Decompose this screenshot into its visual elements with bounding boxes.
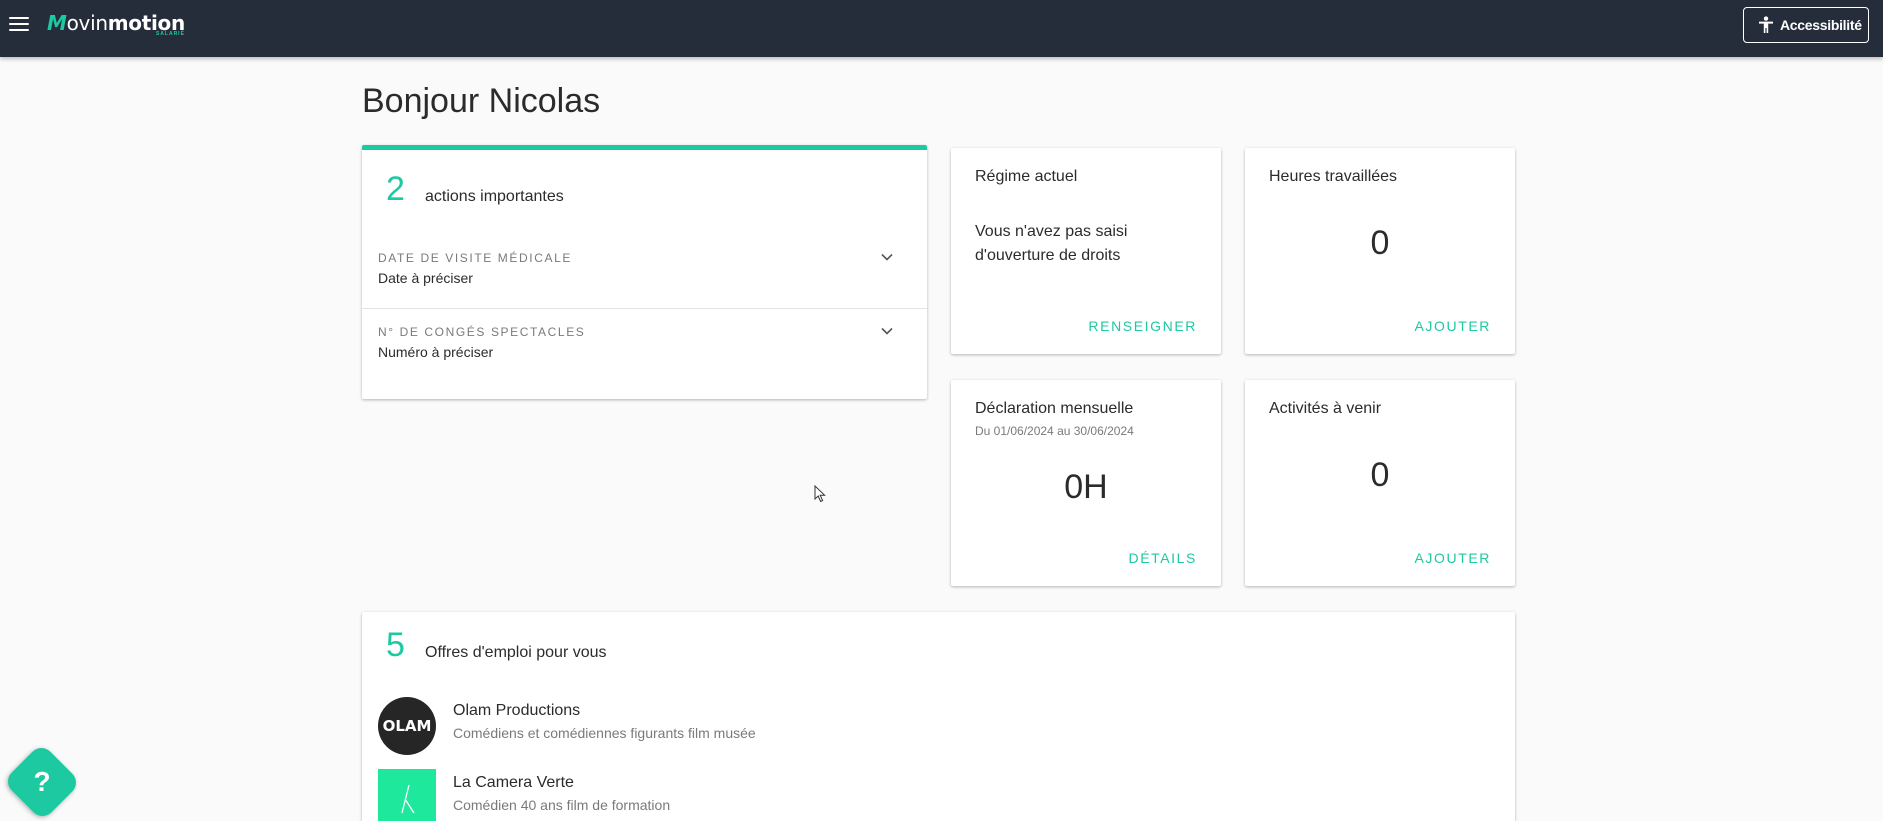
regime-title: Régime actuel	[975, 168, 1078, 185]
activities-card: Activités à venir 0 AJOUTER	[1245, 380, 1515, 586]
menu-icon[interactable]	[9, 15, 29, 33]
declaration-card: Déclaration mensuelle Du 01/06/2024 au 3…	[951, 380, 1221, 586]
chevron-down-icon[interactable]	[879, 249, 895, 265]
top-bar: Movinmotion SALARIÉ Accessibilité	[0, 0, 1883, 57]
declaration-title: Déclaration mensuelle	[975, 400, 1134, 417]
add-hours-button[interactable]: AJOUTER	[1414, 318, 1491, 334]
hours-title: Heures travaillées	[1269, 168, 1398, 185]
page-title: Bonjour Nicolas	[362, 82, 601, 120]
svg-text:OLAM: OLAM	[383, 717, 432, 735]
action-item-title: DATE DE VISITE MÉDICALE	[378, 251, 572, 265]
regime-card: Régime actuel Vous n'avez pas saisi d'ou…	[951, 148, 1221, 354]
accessibility-button[interactable]: Accessibilité	[1743, 7, 1869, 43]
action-item-medical-visit[interactable]: DATE DE VISITE MÉDICALE Date à préciser	[362, 235, 927, 308]
action-item-conges-spectacles[interactable]: N° DE CONGÉS SPECTACLES Numéro à précise…	[362, 309, 927, 382]
action-item-value: Numéro à préciser	[378, 344, 494, 360]
renseigner-button[interactable]: RENSEIGNER	[1088, 318, 1197, 334]
activities-title: Activités à venir	[1269, 400, 1382, 417]
job-offer-item[interactable]: La Camera Verte Comédien 40 ans film de …	[378, 769, 1078, 821]
job-company: La Camera Verte	[453, 774, 574, 791]
regime-text: Vous n'avez pas saisi d'ouverture de dro…	[975, 223, 1128, 264]
job-offer-item[interactable]: OLAM Olam Productions Comédiens et coméd…	[378, 697, 1078, 755]
camera-verte-logo	[378, 769, 436, 821]
hours-value: 0	[1370, 224, 1390, 262]
accessibility-icon	[1759, 16, 1773, 33]
job-description: Comédiens et comédiennes figurants film …	[453, 725, 756, 741]
jobs-count: 5	[386, 626, 405, 664]
hours-card: Heures travaillées 0 AJOUTER	[1245, 148, 1515, 354]
actions-count: 2	[386, 170, 405, 208]
declaration-value: 0H	[1064, 468, 1108, 506]
jobs-label: Offres d'emploi pour vous	[425, 644, 607, 661]
details-button[interactable]: DÉTAILS	[1128, 550, 1197, 566]
mouse-cursor-icon	[814, 485, 826, 503]
job-description: Comédien 40 ans film de formation	[453, 797, 671, 813]
movinmotion-logo[interactable]: Movinmotion SALARIÉ	[47, 12, 185, 42]
action-item-title: N° DE CONGÉS SPECTACLES	[378, 325, 586, 339]
job-offers-card: 5 Offres d'emploi pour vous OLAM Olam Pr…	[362, 612, 1515, 821]
add-activity-button[interactable]: AJOUTER	[1414, 550, 1491, 566]
help-button[interactable]	[2, 742, 82, 821]
declaration-period: Du 01/06/2024 au 30/06/2024	[975, 424, 1134, 438]
activities-value: 0	[1370, 456, 1390, 494]
job-company: Olam Productions	[453, 702, 581, 719]
actions-label: actions importantes	[425, 188, 564, 205]
accessibility-label: Accessibilité	[1780, 17, 1862, 33]
olam-logo: OLAM	[378, 697, 436, 755]
important-actions-card: 2 actions importantes DATE DE VISITE MÉD…	[362, 145, 927, 399]
action-item-value: Date à préciser	[378, 270, 473, 286]
chevron-down-icon[interactable]	[879, 323, 895, 339]
